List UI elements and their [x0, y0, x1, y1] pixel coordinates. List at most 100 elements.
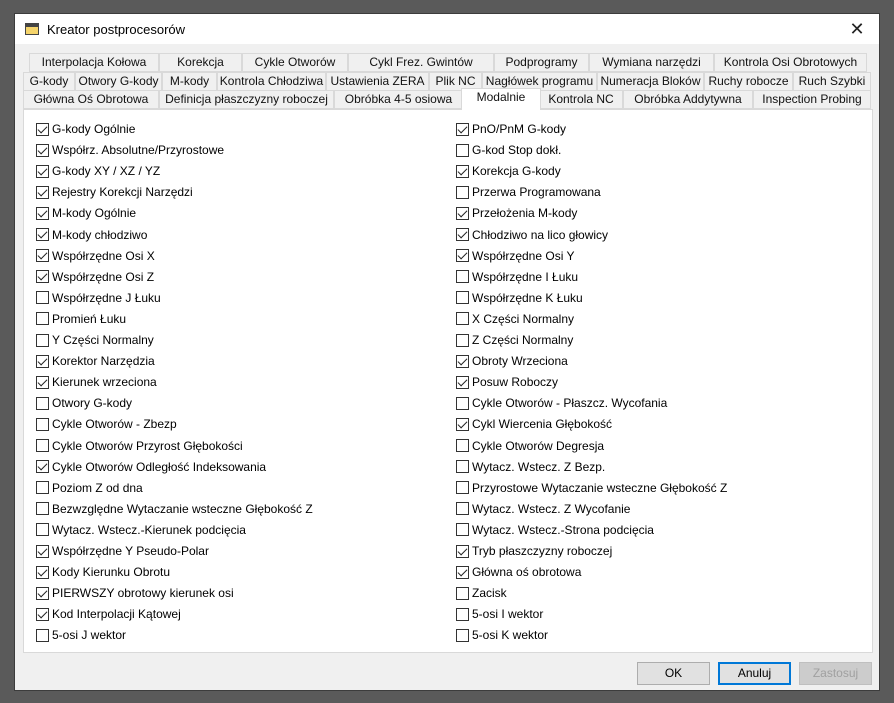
tab-korekcja[interactable]: Korekcja	[159, 53, 242, 72]
checkbox-item[interactable]: Cykle Otworów - Płaszcz. Wycofania	[456, 394, 667, 412]
tab-definicja-p-aszczyzny-roboczej[interactable]: Definicja płaszczyzny roboczej	[159, 90, 334, 109]
checkbox-item[interactable]: G-kody XY / XZ / YZ	[36, 162, 160, 180]
checkbox[interactable]	[456, 417, 469, 431]
checkbox-item[interactable]: Korekcja G-kody	[456, 162, 561, 180]
checkbox-item[interactable]: Poziom Z od dna	[36, 479, 143, 497]
tab-numeracja-bloko-w[interactable]: Numeracja Bloków	[597, 72, 704, 91]
checkbox[interactable]	[456, 544, 469, 558]
checkbox-item[interactable]: Y Części Normalny	[36, 331, 154, 349]
checkbox-item[interactable]: Rejestry Korekcji Narzędzi	[36, 183, 193, 201]
tab-m-kody[interactable]: M-kody	[162, 72, 217, 91]
checkbox[interactable]	[456, 291, 469, 305]
checkbox[interactable]	[36, 375, 49, 389]
checkbox[interactable]	[456, 628, 469, 642]
checkbox[interactable]	[36, 185, 49, 199]
checkbox-item[interactable]: Posuw Roboczy	[456, 373, 558, 391]
checkbox[interactable]	[456, 460, 469, 474]
checkbox-item[interactable]: Współrzędne K Łuku	[456, 289, 583, 307]
ok-button[interactable]: OK	[637, 662, 710, 685]
checkbox-item[interactable]: Główna oś obrotowa	[456, 563, 581, 581]
checkbox[interactable]	[456, 396, 469, 410]
checkbox-item[interactable]: 5-osi J wektor	[36, 626, 126, 644]
checkbox-item[interactable]: Chłodziwo na lico głowicy	[456, 226, 608, 244]
tab-ruchy-robocze[interactable]: Ruchy robocze	[704, 72, 793, 91]
checkbox[interactable]	[456, 333, 469, 347]
checkbox-item[interactable]: Cykle Otworów Przyrost Głębokości	[36, 437, 243, 455]
checkbox-item[interactable]: Korektor Narzędzia	[36, 352, 155, 370]
tab-inspection-probing[interactable]: Inspection Probing	[753, 90, 871, 109]
tab-g-kody[interactable]: G-kody	[23, 72, 75, 91]
checkbox[interactable]	[456, 439, 469, 452]
checkbox-item[interactable]: Bezwzględne Wytaczanie wsteczne Głębokoś…	[36, 500, 313, 518]
checkbox-item[interactable]: Przerwa Programowana	[456, 183, 601, 201]
checkbox-item[interactable]: Przełożenia M-kody	[456, 204, 577, 222]
checkbox[interactable]	[36, 481, 49, 495]
checkbox[interactable]	[36, 143, 49, 157]
checkbox[interactable]	[456, 523, 469, 537]
checkbox-item[interactable]: G-kod Stop dokł.	[456, 141, 561, 159]
checkbox[interactable]	[36, 291, 49, 305]
checkbox-item[interactable]: Współrzędne Osi Z	[36, 268, 154, 286]
tab-obro-bka-4-5-osiowa[interactable]: Obróbka 4-5 osiowa	[334, 90, 463, 109]
checkbox-item[interactable]: Wytacz. Wstecz. Z Bezp.	[456, 458, 605, 476]
tab-interpolacja-ko-owa[interactable]: Interpolacja Kołowa	[29, 53, 159, 72]
checkbox-item[interactable]: X Części Normalny	[456, 310, 574, 328]
apply-button[interactable]: Zastosuj	[799, 662, 872, 685]
tab-kontrola-nc[interactable]: Kontrola NC	[539, 90, 623, 109]
checkbox[interactable]	[36, 439, 49, 452]
checkbox[interactable]	[36, 206, 49, 220]
checkbox-item[interactable]: Otwory G-kody	[36, 394, 132, 412]
checkbox[interactable]	[456, 354, 469, 368]
checkbox-item[interactable]: Współrzędne Osi Y	[456, 247, 575, 265]
checkbox-item[interactable]: Promień Łuku	[36, 310, 126, 328]
checkbox-item[interactable]: Cykle Otworów Degresja	[456, 437, 604, 455]
cancel-button[interactable]: Anuluj	[718, 662, 791, 685]
checkbox-item[interactable]: Zacisk	[456, 584, 507, 602]
checkbox-item[interactable]: Kody Kierunku Obrotu	[36, 563, 170, 581]
checkbox-item[interactable]: Cykle Otworów Odległość Indeksowania	[36, 458, 266, 476]
checkbox[interactable]	[36, 312, 49, 326]
checkbox[interactable]	[456, 481, 469, 495]
checkbox[interactable]	[456, 249, 469, 263]
checkbox[interactable]	[456, 586, 469, 600]
tab-kontrola-osi-obrotowych[interactable]: Kontrola Osi Obrotowych	[714, 53, 867, 72]
checkbox-item[interactable]: Tryb płaszczyzny roboczej	[456, 542, 612, 560]
checkbox[interactable]	[36, 523, 49, 537]
checkbox-item[interactable]: Współrzędne Y Pseudo-Polar	[36, 542, 209, 560]
title-bar[interactable]: Kreator postprocesorów ✕	[15, 14, 879, 44]
checkbox[interactable]	[456, 502, 469, 516]
tab-obro-bka-addytywna[interactable]: Obróbka Addytywna	[623, 90, 753, 109]
checkbox[interactable]	[456, 607, 469, 621]
checkbox-item[interactable]: PnO/PnM G-kody	[456, 120, 566, 138]
tab-modalnie[interactable]: Modalnie	[461, 88, 541, 110]
checkbox[interactable]	[36, 417, 49, 431]
tab-ruch-szybki[interactable]: Ruch Szybki	[793, 72, 871, 91]
checkbox-item[interactable]: Wytacz. Wstecz. Z Wycofanie	[456, 500, 630, 518]
tab-g-o-wna-os-obrotowa[interactable]: Główna Oś Obrotowa	[23, 90, 159, 109]
tab-cykl-frez-gwinto-w[interactable]: Cykl Frez. Gwintów	[348, 53, 494, 72]
checkbox[interactable]	[36, 544, 49, 558]
checkbox[interactable]	[36, 333, 49, 347]
checkbox-item[interactable]: 5-osi I wektor	[456, 605, 543, 623]
checkbox[interactable]	[36, 270, 49, 284]
checkbox[interactable]	[456, 228, 469, 241]
checkbox[interactable]	[36, 249, 49, 263]
checkbox[interactable]	[36, 228, 49, 241]
checkbox-item[interactable]: Wytacz. Wstecz.-Strona podcięcia	[456, 521, 654, 539]
checkbox-item[interactable]: G-kody Ogólnie	[36, 120, 135, 138]
checkbox[interactable]	[36, 502, 49, 516]
checkbox-item[interactable]: M-kody chłodziwo	[36, 226, 147, 244]
tab-cykle-otworo-w[interactable]: Cykle Otworów	[242, 53, 348, 72]
checkbox-item[interactable]: Współrzędne J Łuku	[36, 289, 161, 307]
checkbox-item[interactable]: Kod Interpolacji Kątowej	[36, 605, 181, 623]
checkbox-item[interactable]: Współrzędne Osi X	[36, 247, 155, 265]
close-icon[interactable]: ✕	[835, 14, 879, 44]
checkbox-item[interactable]: Współrz. Absolutne/Przyrostowe	[36, 141, 224, 159]
checkbox-item[interactable]: Cykle Otworów - Zbezp	[36, 415, 177, 433]
checkbox-item[interactable]: 5-osi K wektor	[456, 626, 548, 644]
checkbox-item[interactable]: M-kody Ogólnie	[36, 204, 136, 222]
checkbox[interactable]	[36, 628, 49, 642]
checkbox-item[interactable]: Przyrostowe Wytaczanie wsteczne Głębokoś…	[456, 479, 727, 497]
checkbox[interactable]	[456, 143, 469, 157]
checkbox-item[interactable]: Cykl Wiercenia Głębokość	[456, 415, 612, 433]
